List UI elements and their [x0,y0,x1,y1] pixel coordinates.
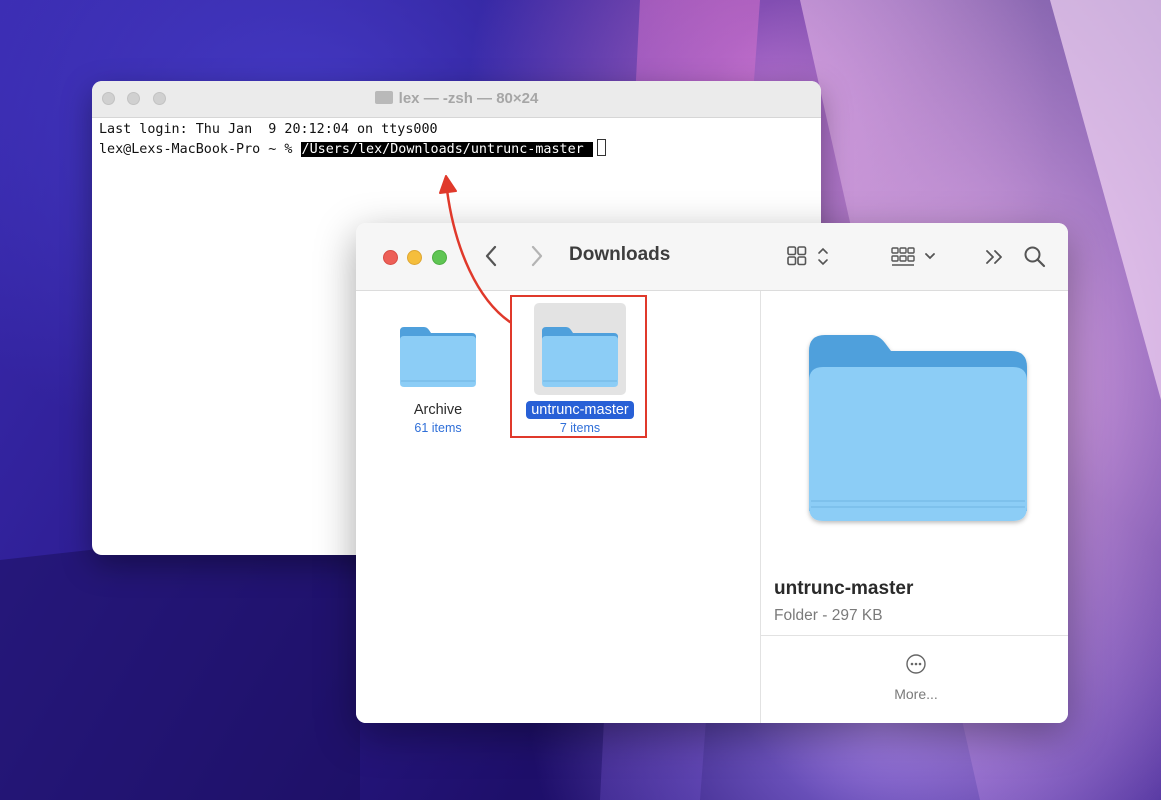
folder-item-archive[interactable]: Archive 61 items [378,303,498,435]
minimize-button[interactable] [407,250,422,265]
folder-icon [534,303,626,395]
search-icon[interactable] [1023,245,1047,269]
folder-count: 7 items [559,421,601,435]
folder-name: Archive [413,402,463,418]
more-button[interactable]: More... [866,653,966,702]
file-grid[interactable]: Archive 61 items untrunc-master 7 items [356,291,760,723]
preview-subtitle: Folder - 297 KB [774,607,883,624]
terminal-output[interactable]: Last login: Thu Jan 9 20:12:04 on ttys00… [92,118,821,159]
ellipsis-circle-icon [906,654,926,674]
finder-toolbar: Downloads [356,223,1068,291]
text-cursor [596,139,606,156]
shell-prompt: lex@Lexs-MacBook-Pro ~ % [99,142,301,157]
folder-item-untrunc-master[interactable]: untrunc-master 7 items [520,303,640,435]
more-label: More... [894,686,938,702]
forward-chevron-icon[interactable] [530,245,544,267]
terminal-titlebar[interactable]: lex — -zsh — 80×24 [92,81,821,118]
folder-icon [374,91,393,104]
folder-icon [392,303,484,395]
preview-name: untrunc-master [774,578,914,599]
group-by-icon[interactable] [891,245,939,269]
last-login-line: Last login: Thu Jan 9 20:12:04 on ttys00… [99,122,438,137]
icon-view-icon[interactable] [787,245,831,269]
more-toolbar-chevrons-icon[interactable] [984,248,1006,266]
large-folder-icon [809,335,1027,521]
terminal-title-text: lex — -zsh — 80×24 [398,90,539,107]
finder-window[interactable]: Downloads Archive 61 items untrunc-maste… [356,223,1068,723]
close-button[interactable] [383,250,398,265]
zoom-button[interactable] [432,250,447,265]
back-chevron-icon[interactable] [484,245,498,267]
folder-count: 61 items [414,421,462,435]
terminal-title: lex — -zsh — 80×24 [92,90,821,107]
pasted-path[interactable]: /Users/lex/Downloads/untrunc-master [300,142,593,157]
window-title: Downloads [569,244,671,265]
preview-divider [760,635,1068,636]
folder-name[interactable]: untrunc-master [526,401,634,419]
